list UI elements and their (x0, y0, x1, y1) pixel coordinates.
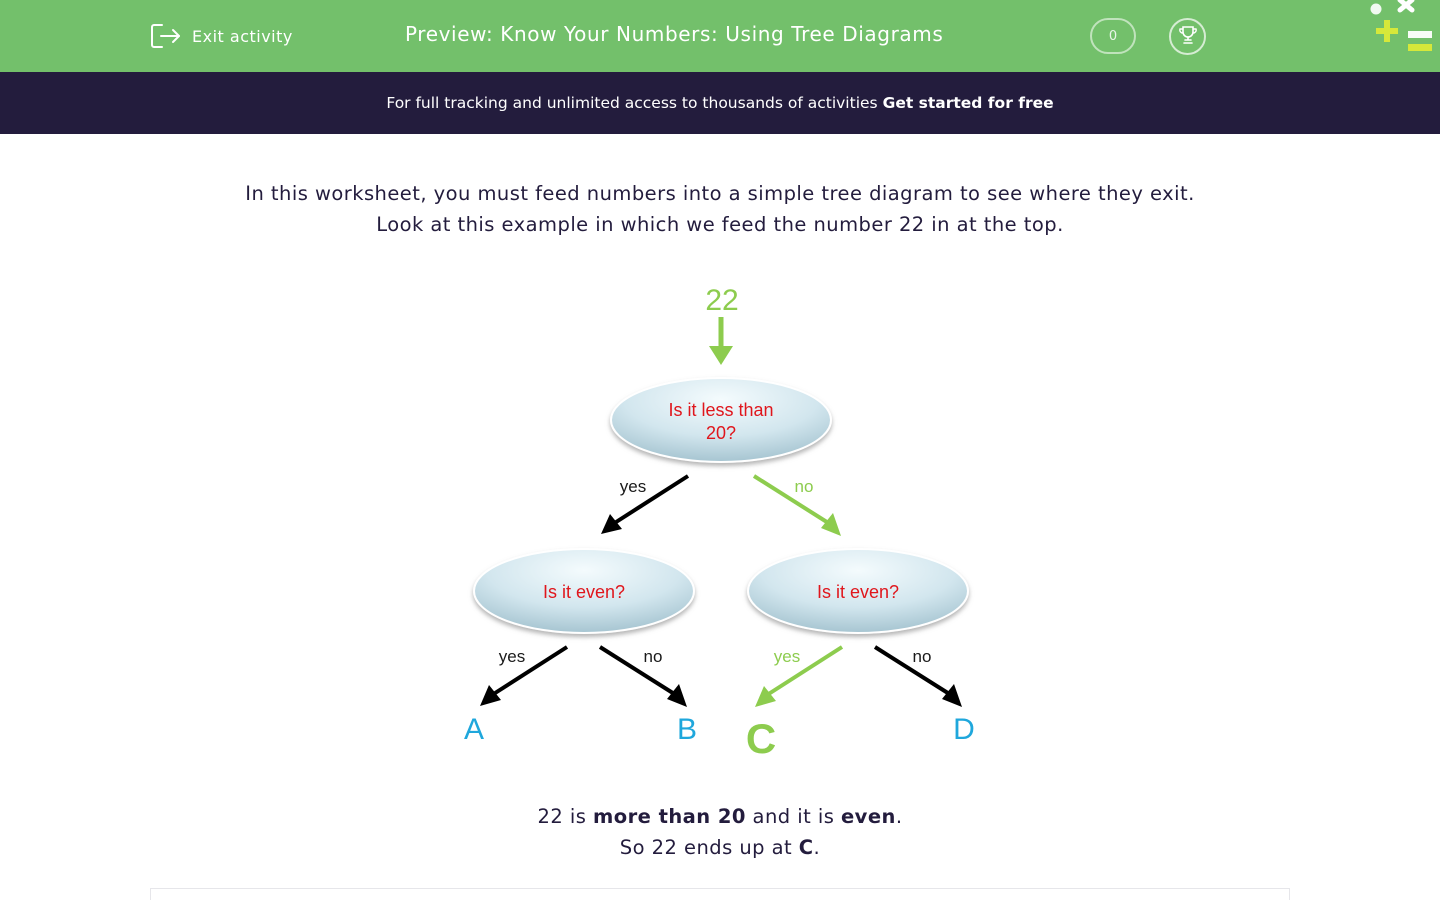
input-number: 22 (705, 284, 738, 317)
question-panel (150, 888, 1290, 900)
right-question-node: Is it even? (747, 548, 969, 634)
get-started-link[interactable]: Get started for free (883, 94, 1054, 112)
outcome-c: C (746, 715, 776, 762)
root-no-label: no (795, 477, 814, 496)
explanation-text-part: . (895, 805, 903, 828)
left-yes-label: yes (499, 647, 525, 666)
exit-icon (150, 22, 182, 50)
left-question-label: Is it even? (543, 582, 625, 602)
explanation-text-part: 22 is (537, 805, 593, 828)
brand-logo (1366, 0, 1440, 60)
outcome-b: B (677, 713, 697, 746)
root-question-node: Is it less than 20? (610, 377, 832, 463)
right-question-label: Is it even? (817, 582, 899, 602)
intro-line-1: In this worksheet, you must feed numbers… (245, 182, 1195, 205)
explanation-emphasis: even (840, 805, 896, 828)
trophy-button[interactable] (1169, 18, 1206, 55)
explanation-text: 22 is more than 20 and it is even. So 22… (150, 801, 1290, 863)
outcome-a: A (464, 713, 484, 746)
root-question-line-1: Is it less than (668, 400, 773, 420)
right-no-label: no (913, 647, 932, 666)
intro-text: In this worksheet, you must feed numbers… (150, 178, 1290, 240)
outcome-d: D (953, 713, 975, 746)
page-title: Preview: Know Your Numbers: Using Tree D… (405, 22, 944, 46)
promo-banner: For full tracking and unlimited access t… (0, 72, 1440, 134)
explanation-line-1: 22 is more than 20 and it is even. (150, 801, 1290, 832)
root-yes-label: yes (620, 477, 646, 496)
promo-text: For full tracking and unlimited access t… (386, 94, 878, 112)
explanation-text-part: and it is (745, 805, 841, 828)
intro-line-2: Look at this example in which we feed th… (376, 213, 1064, 236)
left-no-label: no (644, 647, 663, 666)
top-header: Exit activity Preview: Know Your Numbers… (0, 0, 1440, 72)
explanation-text-part: So 22 ends up at (619, 836, 799, 859)
exit-activity-button[interactable]: Exit activity (150, 20, 293, 52)
explanation-emphasis: more than 20 (592, 805, 746, 828)
exit-activity-label: Exit activity (192, 26, 293, 46)
explanation-text-part: . (813, 836, 821, 859)
input-arrow (709, 317, 733, 365)
left-question-node: Is it even? (473, 548, 695, 634)
explanation-emphasis: C (798, 836, 814, 859)
trophy-icon (1177, 24, 1199, 50)
root-question-line-2: 20? (706, 423, 736, 443)
score-counter: 0 (1090, 18, 1136, 54)
tree-diagram: 22 Is it less than 20? yes no Is it even… (430, 270, 1010, 770)
explanation-line-2: So 22 ends up at C. (150, 832, 1290, 863)
right-yes-label: yes (774, 647, 800, 666)
